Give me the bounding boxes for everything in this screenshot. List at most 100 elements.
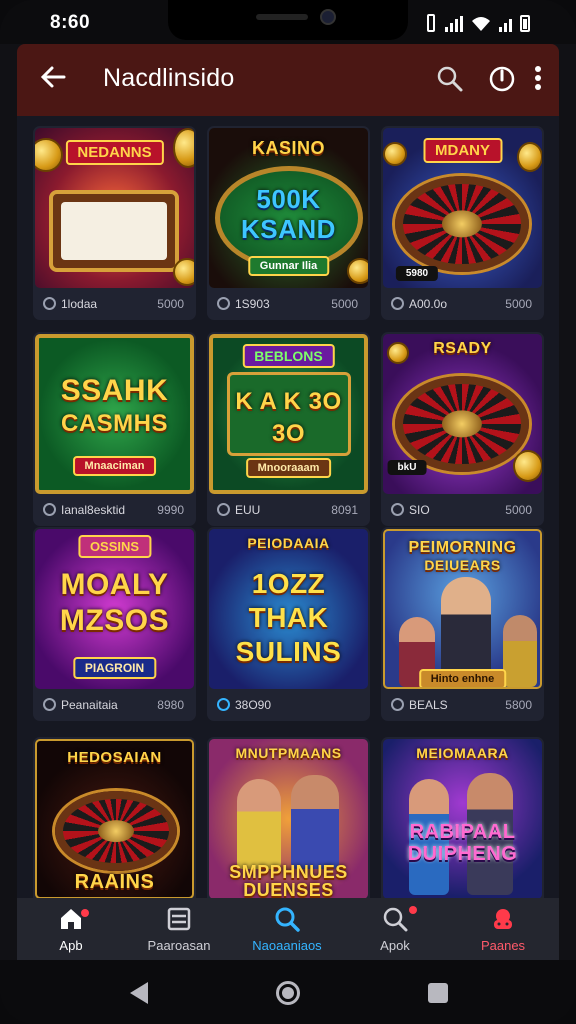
- game-card[interactable]: BEBLONS K A K 3O 3O Mnooraaam EUU 8091: [207, 332, 370, 526]
- app-bar: Nacdlinsido: [17, 44, 559, 116]
- nav-item-games[interactable]: Paanes: [449, 898, 557, 960]
- game-thumbnail: MNUTPMAANS SMPPHNUES DUENSES: [209, 739, 368, 898]
- game-subtitle: RABIPAAL DUIPHENG: [407, 821, 518, 865]
- battery-icon: [520, 15, 530, 32]
- game-card[interactable]: RSADY bkU SIO 5000: [381, 332, 544, 526]
- cell-signal-icon: [445, 16, 463, 32]
- back-button[interactable]: [35, 62, 71, 98]
- game-value: 5000: [505, 297, 532, 311]
- gold-coin: [387, 342, 409, 364]
- game-subtitle: 1OZZ THAK SULINS: [235, 568, 342, 667]
- search-button[interactable]: [435, 64, 467, 96]
- phone-screen: 8:60 Nacdlinsido NEDANNS 1lodaa 5000 KAS…: [0, 0, 576, 1024]
- gold-coin: [347, 258, 368, 284]
- speaker-grille: [256, 14, 308, 20]
- game-card[interactable]: KASINO 500K KSAND Gunnar Ilia 1S903 5000: [207, 126, 370, 320]
- system-back-button[interactable]: [130, 982, 148, 1004]
- game-subtitle: RAAINS: [74, 871, 155, 893]
- nav-item-app[interactable]: Apb: [17, 898, 125, 960]
- more-options-button[interactable]: [527, 64, 549, 96]
- game-value: 8980: [157, 698, 184, 712]
- game-thumbnail: BEBLONS K A K 3O 3O Mnooraaam: [209, 334, 368, 494]
- search-icon: [437, 66, 463, 92]
- host-figure: [237, 779, 281, 869]
- game-title-banner: BEBLONS: [242, 344, 335, 368]
- game-card[interactable]: SSAHK CASMHS Mnaaciman Ianal8esktid 9990: [33, 332, 196, 526]
- nav-label: Paanes: [480, 938, 526, 953]
- game-meta: 38O90: [207, 689, 370, 721]
- chip-icon: [217, 297, 230, 310]
- game-title-banner: MDANY: [423, 138, 502, 163]
- more-vertical-icon: [535, 66, 541, 90]
- game-title: HEDOSAIAN: [67, 749, 162, 766]
- game-subtitle: SMPPHNUES DUENSES: [229, 862, 348, 898]
- notification-dot: [409, 906, 417, 914]
- game-value: 5000: [157, 297, 184, 311]
- roulette-wheel: [55, 791, 177, 871]
- game-meta: Ianal8esktid 9990: [33, 494, 196, 526]
- game-card[interactable]: OSSINS MOALY MZSOS PIAGROIN Peanaitaia 8…: [33, 527, 196, 721]
- game-banner: PIAGROIN: [72, 657, 157, 679]
- wifi-icon: [472, 17, 490, 31]
- game-title: MEIOMAARA: [416, 745, 509, 761]
- game-meta: 1S903 5000: [207, 288, 370, 320]
- search-icon: [383, 907, 408, 932]
- game-thumbnail: PEIMORNING DEIUEARS Hinto enhne: [383, 529, 542, 689]
- home-icon: [61, 909, 81, 929]
- game-name: A00.0o: [409, 297, 448, 311]
- game-value: 5800: [505, 698, 532, 712]
- game-card[interactable]: MNUTPMAANS SMPPHNUES DUENSES: [207, 737, 370, 898]
- front-camera: [320, 9, 336, 25]
- game-card[interactable]: MDANY 5980 A00.0o 5000: [381, 126, 544, 320]
- gold-coin: [517, 142, 542, 172]
- game-title: KASINO: [251, 138, 325, 158]
- host-figure: [291, 775, 339, 869]
- game-banner: Mnooraaam: [245, 458, 332, 478]
- game-card[interactable]: HEDOSAIAN RAAINS: [33, 737, 196, 898]
- status-bar: 8:60: [0, 0, 576, 44]
- game-meta: SIO 5000: [381, 494, 544, 526]
- chip-icon: [43, 503, 56, 516]
- gamepad-icon: [494, 909, 512, 929]
- gold-coin: [35, 138, 63, 172]
- host-figure: [503, 615, 537, 687]
- game-name: 1S903: [235, 297, 270, 311]
- game-name: BEALS: [409, 698, 448, 712]
- game-meta: A00.0o 5000: [381, 288, 544, 320]
- game-title-banner: NEDANNS: [65, 140, 164, 165]
- nav-item-apok[interactable]: Apok: [341, 898, 449, 960]
- search-icon: [275, 907, 300, 932]
- game-subtitle: DEIUEARS: [424, 557, 501, 573]
- nav-label: Apok: [380, 938, 410, 953]
- game-list-scroll[interactable]: NEDANNS 1lodaa 5000 KASINO 500K KSAND Gu…: [17, 116, 559, 898]
- game-card[interactable]: PEIODAAIA 1OZZ THAK SULINS 38O90: [207, 527, 370, 721]
- nav-item-search-active[interactable]: Naoaaniaos: [233, 898, 341, 960]
- notification-dot: [81, 909, 89, 917]
- game-thumbnail: HEDOSAIAN RAAINS: [35, 739, 194, 898]
- roulette-wheel: [395, 176, 529, 272]
- power-button[interactable]: [487, 64, 519, 96]
- game-name: 38O90: [235, 698, 272, 712]
- game-title: SSAHK: [60, 374, 169, 407]
- nav-item-programs[interactable]: Paaroasan: [125, 898, 233, 960]
- system-navigation-bar: [0, 960, 576, 1024]
- roulette-wheel: [395, 376, 529, 472]
- system-recents-button[interactable]: [428, 983, 448, 1003]
- game-meta: Peanaitaia 8980: [33, 689, 196, 721]
- game-thumbnail: MDANY 5980: [383, 128, 542, 288]
- gold-coin: [173, 258, 194, 286]
- game-card[interactable]: MEIOMAARA RABIPAAL DUIPHENG: [381, 737, 544, 898]
- game-name: Ianal8esktid: [61, 503, 126, 517]
- game-thumbnail: SSAHK CASMHS Mnaaciman: [35, 334, 194, 494]
- list-icon: [167, 907, 191, 931]
- game-card[interactable]: NEDANNS 1lodaa 5000: [33, 126, 196, 320]
- game-thumbnail: KASINO 500K KSAND Gunnar Ilia: [209, 128, 368, 288]
- game-subtitle: K A K 3O 3O: [235, 388, 342, 447]
- chip-icon: [391, 503, 404, 516]
- game-banner: bkU: [387, 460, 427, 475]
- game-value: 9990: [157, 503, 184, 517]
- game-card[interactable]: PEIMORNING DEIUEARS Hinto enhne BEALS 58…: [381, 527, 544, 721]
- nav-label: Paaroasan: [147, 938, 211, 953]
- game-value: 8091: [331, 503, 358, 517]
- system-home-button[interactable]: [276, 981, 300, 1005]
